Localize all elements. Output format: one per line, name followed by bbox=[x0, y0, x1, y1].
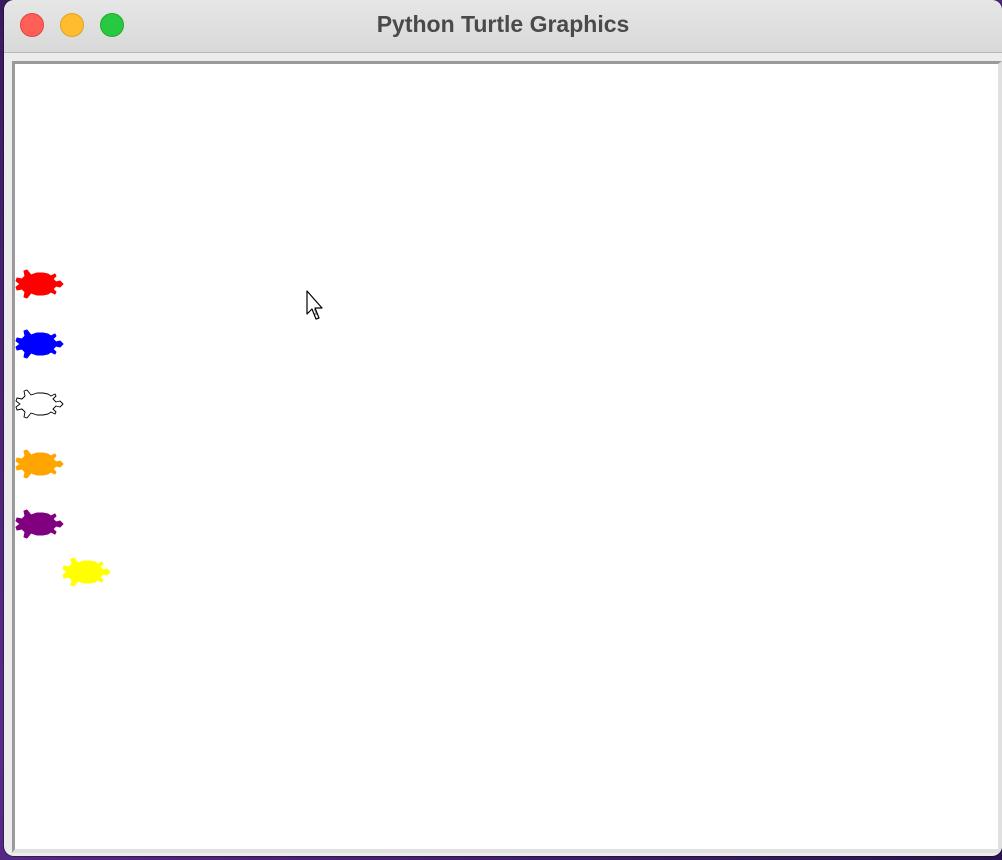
turtle-yellow-icon bbox=[62, 557, 111, 587]
turtle-blue-icon bbox=[15, 329, 64, 359]
arrow-cursor-icon bbox=[306, 290, 323, 320]
window-title: Python Turtle Graphics bbox=[376, 11, 630, 37]
turtle-purple-icon bbox=[15, 509, 64, 539]
turtle-white-icon bbox=[15, 389, 64, 419]
turtle-canvas[interactable] bbox=[12, 61, 1002, 853]
turtle-red-icon bbox=[15, 269, 64, 299]
turtle-window: Python Turtle Graphics bbox=[4, 0, 1002, 856]
title-bar[interactable]: Python Turtle Graphics bbox=[4, 0, 1002, 53]
turtle-orange-icon bbox=[15, 449, 64, 479]
